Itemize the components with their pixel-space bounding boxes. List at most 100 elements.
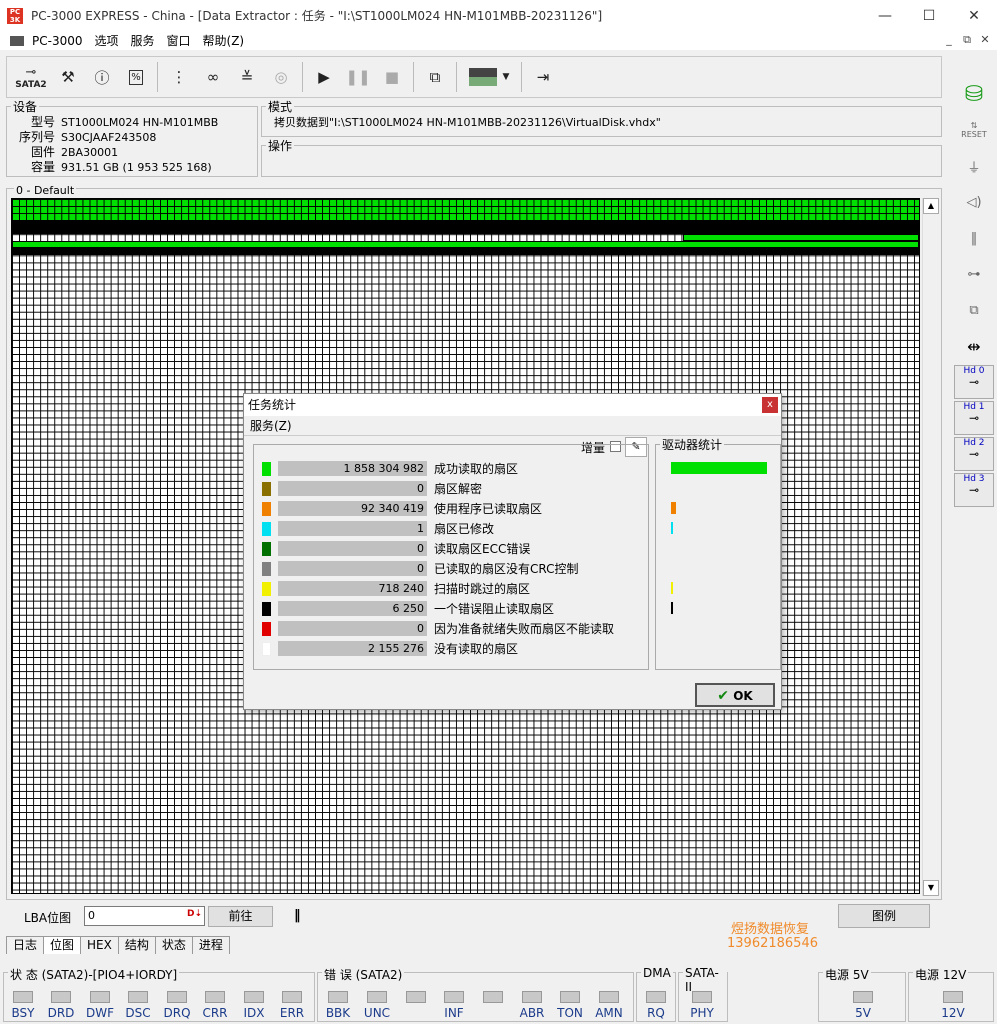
tab-process[interactable]: 进程 <box>191 936 230 954</box>
color-swatch <box>262 481 271 496</box>
partial-read-block <box>683 234 919 241</box>
mdi-minimize-button[interactable]: _ <box>940 31 958 49</box>
model-value: ST1000LM024 HN-M101MBB <box>61 116 219 129</box>
led-5v <box>853 991 873 1003</box>
led-label: AMN <box>595 1006 623 1020</box>
power-5v-title: 电源 5V <box>823 966 871 983</box>
task-stats-dialog: 任务统计 x 服务(Z) 增量 ✎ 1 858 304 982 成功读取的扇区 0… <box>243 393 782 710</box>
pause-button[interactable]: ❚❚ <box>341 60 375 94</box>
go-button[interactable]: 前往 <box>208 906 273 927</box>
led-label: UNC <box>363 1006 391 1020</box>
drive-bar-skipped <box>671 582 673 594</box>
reset-button[interactable]: ⇅ RESET <box>954 113 994 147</box>
mdi-close-button[interactable]: ✕ <box>976 31 994 49</box>
power-button[interactable]: ⏚ <box>954 149 994 183</box>
pause-icon: ❚❚ <box>345 68 371 86</box>
hd3-button[interactable]: Hd 3 ⊸ <box>954 473 994 507</box>
menu-options[interactable]: 选项 <box>94 32 118 49</box>
scroll-up-button[interactable]: ▲ <box>923 198 939 214</box>
tab-bitmap[interactable]: 位图 <box>43 936 82 954</box>
percent-button[interactable]: % <box>119 60 153 94</box>
stat-value: 2 155 276 <box>278 641 427 656</box>
menu-help[interactable]: 帮助(Z) <box>203 32 245 49</box>
stat-row: 1 扇区已修改 <box>262 520 494 537</box>
led-blank-1 <box>406 991 426 1003</box>
plug-icon: ⊸ <box>25 64 37 80</box>
close-button[interactable]: ✕ <box>951 0 997 31</box>
stats-panel: 1 858 304 982 成功读取的扇区 0 扇区解密 92 340 419 使用程… <box>253 444 649 670</box>
copy-button[interactable]: ⧉ <box>418 60 452 94</box>
sata-group-title: SATA-II <box>683 966 727 994</box>
device-firmware-row: 固件 2BA30001 <box>7 145 257 160</box>
dialog-menu-bar: 服务(Z) <box>244 416 781 436</box>
serial-label: 序列号 <box>18 130 55 144</box>
dialog-title: 任务统计 <box>248 398 297 412</box>
led-dsc <box>128 991 148 1003</box>
checkmark-icon: ✔ <box>717 688 730 704</box>
copy-icon: ⧉ <box>969 302 979 318</box>
tab-structure[interactable]: 结构 <box>117 936 156 954</box>
maximize-button[interactable]: ☐ <box>906 0 952 31</box>
led-label: 12V <box>941 1006 965 1020</box>
binoculars-icon: ∞ <box>206 68 220 86</box>
error-register-group: 错 误 (SATA2) BBK UNC INF ABR TON AMN <box>317 966 634 1022</box>
stop-button[interactable]: ■ <box>375 60 409 94</box>
hd0-button[interactable]: Hd 0 ⊸ <box>954 365 994 399</box>
map-view-dropdown[interactable]: ▼ <box>461 60 517 94</box>
stat-row: 0 读取扇区ECC错误 <box>262 540 530 557</box>
search-button[interactable]: ∞ <box>196 60 230 94</box>
drive-icon: ⊸ <box>968 375 980 389</box>
lba-input[interactable]: 0 D⇣ <box>84 906 205 926</box>
drive-bar-modified <box>671 522 673 534</box>
pause-side-button[interactable]: ‖ <box>954 221 994 255</box>
reset-icon: ⇅ <box>970 121 978 130</box>
lba-input-value: 0 <box>88 909 95 922</box>
percent-icon: % <box>129 69 143 85</box>
database-button[interactable]: ◎ <box>264 60 298 94</box>
tree-icon: ⋮ <box>171 68 187 86</box>
exit-button[interactable]: ⇥ <box>526 60 560 94</box>
operation-legend: 操作 <box>268 139 293 153</box>
disconnect-button[interactable]: ⊶ <box>954 257 994 291</box>
stat-label: 没有读取的扇区 <box>434 642 519 656</box>
led-label: ABR <box>519 1006 545 1020</box>
mdi-restore-button[interactable]: ⧉ <box>958 31 976 49</box>
ok-button[interactable]: ✔ OK <box>695 683 775 707</box>
map-scrollbar[interactable]: ▲ ▼ <box>922 198 939 896</box>
tree-button[interactable]: ⋮ <box>162 60 196 94</box>
stat-row: 0 扇区解密 <box>262 480 482 497</box>
tab-log[interactable]: 日志 <box>6 936 45 954</box>
tab-hex[interactable]: HEX <box>80 936 119 954</box>
drive-info-button[interactable]: ⓘ <box>85 60 119 94</box>
db-sync-button[interactable]: ⛁ <box>954 77 994 111</box>
led-dwf <box>90 991 110 1003</box>
port-button[interactable]: ⇹ <box>954 329 994 363</box>
power-12v-group: 电源 12V 12V <box>908 966 994 1022</box>
play-button[interactable]: ▶ <box>307 60 341 94</box>
dialog-close-button[interactable]: x <box>762 397 778 413</box>
scroll-down-button[interactable]: ▼ <box>923 880 939 896</box>
minimize-button[interactable]: — <box>862 0 908 31</box>
status-bar: 状 态 (SATA2)-[PIO4+IORDY] BSY DRD DWF DSC… <box>0 966 997 1024</box>
stat-value: 92 340 419 <box>278 501 427 516</box>
dialog-menu-service[interactable]: 服务(Z) <box>250 419 292 433</box>
menu-pc3000[interactable]: PC-3000 <box>32 34 82 48</box>
sata-port-button[interactable]: ⊸ SATA2 <box>11 60 51 94</box>
hd1-button[interactable]: Hd 1 ⊸ <box>954 401 994 435</box>
pause-icon: ‖ <box>970 230 978 246</box>
color-swatch <box>262 641 271 656</box>
menu-service[interactable]: 服务 <box>131 32 155 49</box>
stack-button[interactable]: ≚ <box>230 60 264 94</box>
sata-group: SATA-II PHY <box>678 966 728 1022</box>
hd2-button[interactable]: Hd 2 ⊸ <box>954 437 994 471</box>
tools-button[interactable]: ⚒ <box>51 60 85 94</box>
led-12v <box>943 991 963 1003</box>
copy-close-button[interactable]: ⧉ <box>954 293 994 327</box>
watermark-text: 煜扬数据恢复 <box>731 922 810 937</box>
sound-button[interactable]: ◁) <box>954 185 994 219</box>
led-bbk <box>328 991 348 1003</box>
lba-label: LBA位图 <box>24 911 72 925</box>
menu-window[interactable]: 窗口 <box>167 32 191 49</box>
tab-status[interactable]: 状态 <box>154 936 193 954</box>
legend-button[interactable]: 图例 <box>838 904 930 928</box>
